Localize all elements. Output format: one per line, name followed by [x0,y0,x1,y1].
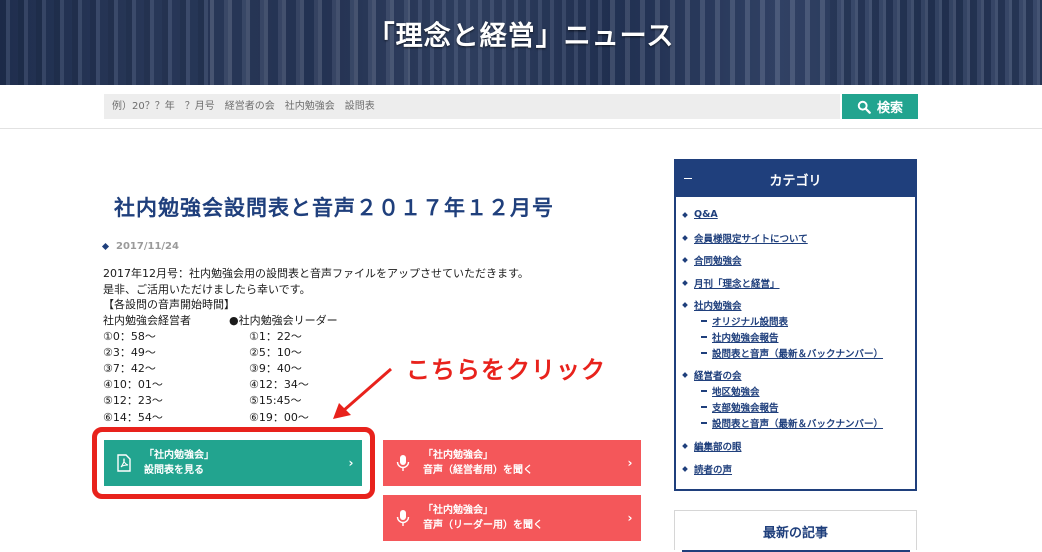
category-subitem[interactable]: 設問表と音声（最新＆バックナンバー） [701,346,883,360]
microphone-icon [383,454,423,472]
time-item: ⑤12：23～ [103,394,163,408]
diamond-icon [682,280,688,286]
search-button-label: 検索 [876,101,903,116]
time-item: ③7：42～ [103,362,156,376]
time-item: ⑥14：54～ [103,410,163,424]
time-item: ①0：58～ [103,330,156,344]
listen-leader-audio-button[interactable]: 「社内勉強会」 音声（リーダー用）を聞く › [383,495,641,541]
diamond-icon [101,242,110,251]
diamond-icon [682,302,688,308]
header-banner: 「理念と経営」ニュース [0,0,1042,85]
recent-posts-widget: 最新の記事 [674,510,917,550]
dash-icon [701,336,707,338]
chevron-right-icon: › [348,455,354,470]
diamond-icon [682,257,688,263]
category-item-joint-study[interactable]: 合同勉強会 [682,253,742,267]
post-body-line: 是非、ご活用いただけましたら幸いです。 [103,282,311,296]
category-subitem[interactable]: 支部勉強会報告 [701,400,779,414]
time-item: ⑤15:45～ [249,394,302,408]
category-item-readers-voice[interactable]: 読者の声 [682,462,732,476]
post-body-line: 【各設問の音声開始時間】 [103,298,235,312]
category-widget: カテゴリ Q&A 会員様限定サイトについて 合同勉強会 月刊「理念と経営」 社内… [674,159,917,491]
diamond-icon [682,443,688,449]
post-title: 社内勉強会設問表と音声２０１７年１２月号 [114,195,554,220]
search-icon [857,100,871,114]
button-label: 「社内勉強会」 音声（リーダー用）を聞く [423,505,543,531]
search-button[interactable]: 検索 [842,94,918,119]
annotation-text: こちらをクリック [406,356,606,384]
button-label: 「社内勉強会」 音声（経営者用）を聞く [423,450,533,476]
time-item: ④10：01～ [103,378,163,392]
time-item: ⑥19：00～ [249,410,309,424]
leader-times: ●社内勉強会リーダー ①1：22～ ②5：10～ ③9：40～ ④12：34～ … [229,313,338,426]
time-item: ④12：34～ [249,378,309,392]
diamond-icon [682,466,688,472]
leader-times-heading: ●社内勉強会リーダー [229,314,338,327]
category-item-editors-eye[interactable]: 編集部の眼 [682,439,742,453]
post-date-text: 2017/11/24 [116,241,179,252]
category-list: Q&A 会員様限定サイトについて 合同勉強会 月刊「理念と経営」 社内勉強会 オ… [676,161,915,489]
category-subitem[interactable]: 地区勉強会 [701,384,760,398]
chevron-right-icon: › [627,510,633,525]
time-item: ②3：49～ [103,346,156,360]
dash-icon [701,390,707,392]
search-bar: 検索 [0,85,1042,129]
search-input[interactable] [104,94,840,119]
dash-icon [701,406,707,408]
category-subitem[interactable]: 設問表と音声（最新＆バックナンバー） [701,416,883,430]
category-item-monthly[interactable]: 月刊「理念と経営」 [682,276,780,290]
recent-posts-title: 最新の記事 [675,511,916,552]
microphone-icon [383,509,423,527]
post-body: 2017年12月号：社内勉強会用の設問表と音声ファイルをアップさせていただきます… [103,266,529,313]
dash-icon [701,352,707,354]
site-title[interactable]: 「理念と経営」ニュース [0,14,1042,53]
post-date: 2017/11/24 [101,241,179,252]
category-subitem[interactable]: 社内勉強会報告 [701,330,779,344]
annotation-arrow-icon [333,367,392,419]
category-item-members[interactable]: 会員様限定サイトについて [682,231,808,245]
time-item: ②5：10～ [249,346,302,360]
diamond-icon [682,211,688,218]
button-label: 「社内勉強会」 設問表を見る [144,450,214,476]
diamond-icon [682,235,688,241]
chevron-right-icon: › [627,455,633,470]
view-question-sheet-button[interactable]: 「社内勉強会」 設問表を見る › [104,440,362,486]
manager-times-heading: 社内勉強会経営者 [103,314,191,327]
time-item: ③9：40～ [249,362,302,376]
time-item: ①1：22～ [249,330,302,344]
diamond-icon [682,372,688,378]
category-item-qa[interactable]: Q&A [682,209,718,220]
dash-icon [701,422,707,424]
pdf-icon [104,454,144,472]
dash-icon [701,320,707,322]
listen-manager-audio-button[interactable]: 「社内勉強会」 音声（経営者用）を聞く › [383,440,641,486]
category-item-internal-study[interactable]: 社内勉強会 [682,298,742,312]
post-body-line: 2017年12月号：社内勉強会用の設問表と音声ファイルをアップさせていただきます… [103,267,529,280]
manager-times: 社内勉強会経営者 ①0：58～ ②3：49～ ③7：42～ ④10：01～ ⑤1… [103,313,191,426]
category-item-managers-club[interactable]: 経営者の会 [682,368,742,382]
category-subitem[interactable]: オリジナル設問表 [701,314,788,328]
